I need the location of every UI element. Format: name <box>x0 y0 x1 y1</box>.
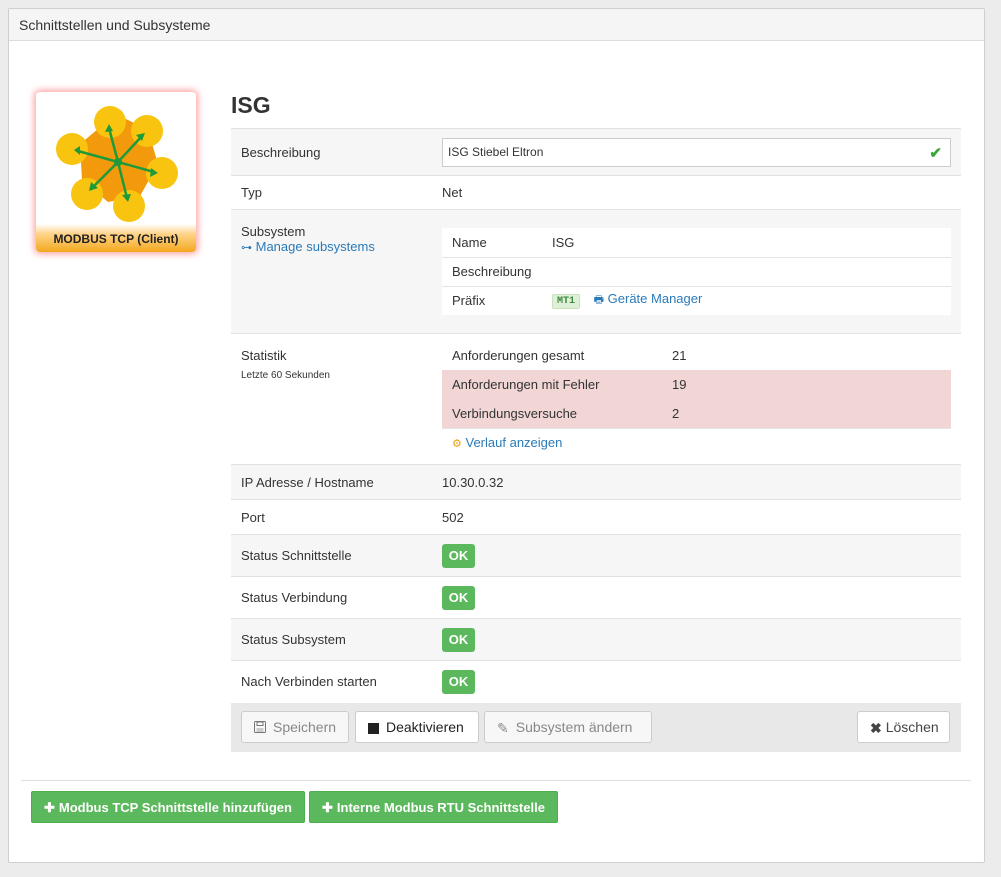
device-title: ISG <box>231 92 271 118</box>
detail-table: Beschreibung ✔ Typ Net Subsystem ⊶ Ma <box>231 128 961 703</box>
ip-label: IP Adresse / Hostname <box>231 464 432 500</box>
subsystem-desc-value <box>542 256 951 286</box>
status-interface-badge: OK <box>442 543 475 568</box>
history-link[interactable]: ⚙ Verlauf anzeigen <box>452 435 562 450</box>
subsystem-desc-row: Beschreibung <box>442 256 951 286</box>
history-icon: ⚙ <box>452 438 462 451</box>
floppy-icon <box>254 713 266 743</box>
interfaces-panel: Schnittstellen und Subsysteme MODBUS TCP… <box>8 8 985 863</box>
row-status-connection: Status Verbindung OK <box>231 576 961 619</box>
manage-subsystems-label: Manage subsystems <box>255 239 375 254</box>
subsystem-prefix-label: Präfix <box>442 285 542 315</box>
type-label: Typ <box>231 175 432 210</box>
stat-errors-value: 19 <box>662 370 951 399</box>
delete-button[interactable]: ✖ Löschen <box>857 711 950 743</box>
subsystem-prefix-row: Präfix MT1 🖶 Geräte Manager <box>442 285 951 315</box>
ip-value: 10.30.0.32 <box>432 464 961 500</box>
row-type: Typ Net <box>231 175 961 210</box>
row-description: Beschreibung ✔ <box>231 128 961 176</box>
add-rtu-interface-button[interactable]: ✚ Interne Modbus RTU Schnittstelle <box>309 791 558 823</box>
row-subsystem: Subsystem ⊶ Manage subsystems Name ISG B… <box>231 209 961 334</box>
device-manager-link[interactable]: 🖶 Geräte Manager <box>594 291 703 306</box>
module-label: MODBUS TCP (Client) <box>36 224 196 252</box>
status-interface-label: Status Schnittstelle <box>231 534 432 577</box>
statistics-sublabel: Letzte 60 Sekunden <box>241 370 330 381</box>
plus-icon: ✚ <box>322 800 333 815</box>
status-subsystem-label: Status Subsystem <box>231 618 432 661</box>
status-connection-label: Status Verbindung <box>231 576 432 619</box>
add-tcp-label: Modbus TCP Schnittstelle hinzufügen <box>58 800 292 815</box>
subsystem-label: Subsystem <box>241 224 306 239</box>
history-link-label: Verlauf anzeigen <box>465 435 563 451</box>
deactivate-button[interactable]: Deaktivieren <box>355 711 479 743</box>
subsystem-desc-label: Beschreibung <box>442 256 542 286</box>
action-toolbar: Speichern Deaktivieren ✎ Subsystem ändern… <box>231 703 961 752</box>
plus-icon: ✚ <box>44 800 55 815</box>
module-logo-card[interactable]: MODBUS TCP (Client) <box>36 92 196 252</box>
row-port: Port 502 <box>231 499 961 535</box>
row-statistics: Statistik Letzte 60 Sekunden Anforderung… <box>231 333 961 465</box>
stat-errors-label: Anforderungen mit Fehler <box>442 370 662 399</box>
status-subsystem-badge: OK <box>442 627 475 652</box>
stat-errors-row: Anforderungen mit Fehler 19 <box>442 370 951 399</box>
add-tcp-interface-button[interactable]: ✚ Modbus TCP Schnittstelle hinzufügen <box>31 791 305 823</box>
description-label: Beschreibung <box>231 128 432 176</box>
add-rtu-label: Interne Modbus RTU Schnittstelle <box>336 800 545 815</box>
start-after-label: Nach Verbinden starten <box>231 660 432 703</box>
subsystem-name-value: ISG <box>542 228 951 257</box>
port-label: Port <box>231 499 432 535</box>
manage-subsystems-link[interactable]: ⊶ Manage subsystems <box>241 239 422 254</box>
device-manager-icon: 🖶 <box>593 294 605 307</box>
description-input[interactable] <box>443 138 950 166</box>
device-manager-label: Geräte Manager <box>607 291 703 307</box>
stat-total-value: 21 <box>662 341 951 370</box>
divider <box>21 780 971 781</box>
row-status-subsystem: Status Subsystem OK <box>231 618 961 661</box>
save-button[interactable]: Speichern <box>241 711 349 743</box>
stat-attempts-row: Verbindungsversuche 2 <box>442 399 951 428</box>
panel-title: Schnittstellen und Subsysteme <box>9 9 984 41</box>
prefix-badge: MT1 <box>552 294 581 310</box>
description-field[interactable]: ✔ <box>442 137 951 167</box>
change-subsystem-button[interactable]: ✎ Subsystem ändern <box>484 711 652 743</box>
statistics-label: Statistik <box>241 348 287 363</box>
save-label: Speichern <box>273 719 337 735</box>
stop-icon <box>368 722 379 734</box>
stat-attempts-value: 2 <box>662 399 951 428</box>
check-icon: ✔ <box>929 144 942 162</box>
sitemap-icon: ⊶ <box>241 242 252 254</box>
row-status-interface: Status Schnittstelle OK <box>231 534 961 577</box>
delete-label: Löschen <box>885 719 939 735</box>
stat-total-row: Anforderungen gesamt 21 <box>442 341 951 370</box>
start-after-badge: OK <box>442 669 475 694</box>
stat-total-label: Anforderungen gesamt <box>442 341 662 370</box>
subsystem-table: Name ISG Beschreibung Präfix MT1 🖶 Gerät… <box>442 228 951 315</box>
status-connection-badge: OK <box>442 585 475 610</box>
subsystem-name-label: Name <box>442 228 542 257</box>
pencil-icon: ✎ <box>497 720 509 737</box>
subsystem-name-row: Name ISG <box>442 228 951 257</box>
times-icon: ✖ <box>870 720 882 737</box>
row-start-after-connect: Nach Verbinden starten OK <box>231 660 961 703</box>
deactivate-label: Deaktivieren <box>386 719 464 735</box>
stat-attempts-label: Verbindungsversuche <box>442 399 662 428</box>
type-value: Net <box>432 175 961 210</box>
row-ip: IP Adresse / Hostname 10.30.0.32 <box>231 464 961 500</box>
stat-history-row: ⚙ Verlauf anzeigen <box>442 427 951 457</box>
port-value: 502 <box>432 499 961 535</box>
change-subsystem-label: Subsystem ändern <box>515 719 633 735</box>
statistics-table: Anforderungen gesamt 21 Anforderungen mi… <box>442 341 951 457</box>
